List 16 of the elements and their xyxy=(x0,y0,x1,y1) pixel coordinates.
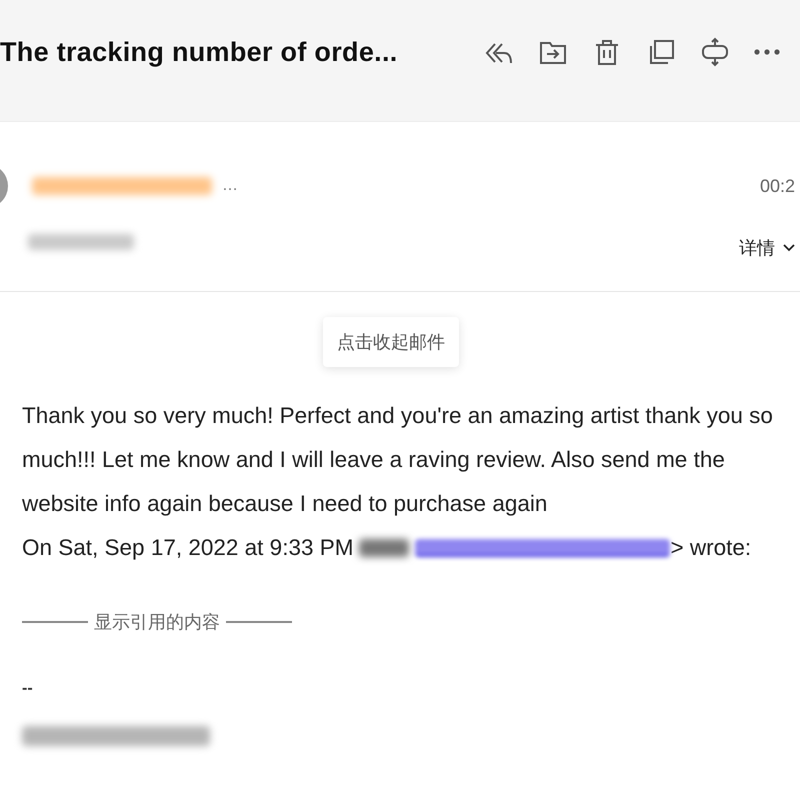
show-quoted-link[interactable]: 显示引用的内容 xyxy=(94,610,220,634)
signature-separator: -- xyxy=(22,680,33,698)
more-icon xyxy=(754,49,780,55)
received-time: 00:2 xyxy=(760,176,796,196)
blurred-sender-name xyxy=(359,539,410,557)
chevron-down-icon xyxy=(783,244,795,252)
capsule-arrows-icon xyxy=(700,37,730,67)
more-button[interactable] xyxy=(754,49,780,55)
collapse-email-button[interactable]: 点击收起邮件 xyxy=(323,317,459,367)
details-toggle[interactable]: 详情 xyxy=(739,236,795,260)
email-subject: The tracking number of orde... xyxy=(0,36,398,69)
message-text: Thank you so very much! Perfect and you're an amazing artist thank you so much!!! Let me know and I will leave a raving review. Also send me the website info again because I need to purchase again xyxy=(22,402,774,518)
sender-ellipsis: … xyxy=(222,177,238,195)
expand-button[interactable] xyxy=(700,37,730,67)
quote-header-text: On Sat, Sep 17, 2022 at 9:33 PM xyxy=(22,535,354,561)
quote-header-suffix: > wrote: xyxy=(670,535,752,561)
